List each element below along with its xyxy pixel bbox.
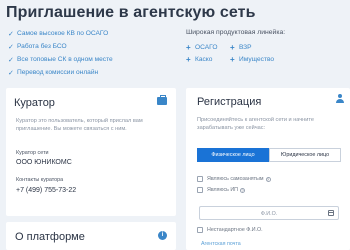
info-icon[interactable]: i — [158, 231, 167, 240]
product-item: + Имущество — [230, 54, 275, 64]
benefit-item: ✓ Все топовые СК в одном месте — [8, 56, 113, 64]
check-icon: ✓ — [8, 30, 14, 38]
plus-icon: + — [186, 54, 191, 64]
about-title: О платформе — [15, 231, 85, 243]
about-card[interactable]: О платформе i — [6, 222, 176, 250]
benefit-item: ✓ Работа без БСО — [8, 43, 67, 51]
curator-description: Куратор это пользователь, который присла… — [16, 118, 143, 132]
benefit-item: ✓ Перевод комиссии онлайн — [8, 69, 99, 77]
non-standard-name-checkbox[interactable] — [197, 227, 203, 233]
curator-contacts-label: Контакты куратора — [16, 177, 64, 183]
help-icon[interactable]: ? — [239, 187, 245, 193]
curator-card: Куратор Куратор это пользователь, которы… — [6, 88, 176, 216]
non-standard-name-row[interactable]: Нестандартное Ф.И.О. — [197, 227, 263, 233]
agent-email-label: Агентская почта — [201, 241, 241, 247]
product-item: + ОСАГО — [186, 42, 218, 52]
help-icon[interactable]: ? — [265, 176, 271, 182]
calendar-icon[interactable] — [328, 210, 334, 216]
curator-title: Куратор — [14, 97, 55, 109]
user-icon — [336, 94, 344, 103]
full-name-input[interactable]: Ф.И.О. — [199, 206, 339, 220]
tab-individual[interactable]: Физическое лицо — [197, 148, 269, 162]
check-icon: ✓ — [8, 69, 14, 77]
registration-card: Регистрация Присоединяйтесь к агентской … — [186, 88, 350, 250]
curator-network-label: Куратор сети — [16, 150, 49, 156]
tab-legal-entity[interactable]: Юридическое лицо — [269, 148, 341, 162]
person-type-tabs: Физическое лицо Юридическое лицо — [197, 148, 341, 162]
product-lines: Широкая продуктовая линейка: + ОСАГО + ВЗР… — [186, 29, 290, 65]
benefits-list: ✓ Самое высокое КВ по ОСАГО ✓ Работа без Б… — [8, 27, 113, 79]
product-item: + ВЗР — [230, 42, 252, 52]
ip-checkbox[interactable] — [197, 187, 203, 193]
self-employed-checkbox[interactable] — [197, 176, 203, 182]
plus-icon: + — [186, 42, 191, 52]
registration-description: Присоединяйтесь к агентской сети и начни… — [197, 117, 315, 131]
curator-contacts-value[interactable]: +7 (499) 755-73-22 — [16, 187, 76, 194]
check-icon: ✓ — [8, 56, 14, 64]
benefit-item: ✓ Самое высокое КВ по ОСАГО — [8, 30, 109, 38]
plus-icon: + — [230, 54, 235, 64]
registration-title: Регистрация — [197, 96, 262, 108]
ip-checkbox-row[interactable]: Являюсь ИП ? — [197, 187, 245, 193]
curator-network-value: ООО ЮНИКОМС — [16, 159, 72, 166]
check-icon: ✓ — [8, 43, 14, 51]
plus-icon: + — [230, 42, 235, 52]
product-item: + Каско — [186, 54, 213, 64]
page-title: Приглашение в агентскую сеть — [6, 4, 256, 21]
product-lines-title: Широкая продуктовая линейка: — [186, 29, 286, 36]
briefcase-icon — [157, 95, 167, 105]
self-employed-checkbox-row[interactable]: Являюсь самозанятым ? — [197, 176, 271, 182]
